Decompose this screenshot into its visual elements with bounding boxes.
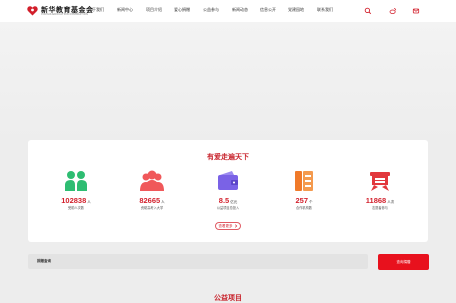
book-icon bbox=[295, 171, 313, 191]
stat-label: 合作机构数 bbox=[296, 206, 312, 210]
brand-subtitle: XINHUA EDUCATION FOUNDATION bbox=[41, 12, 88, 16]
hero-banner bbox=[0, 22, 456, 140]
chevron-right-icon bbox=[234, 224, 237, 228]
people-icon bbox=[65, 171, 87, 191]
stat-label: 公益项目总投入 bbox=[216, 206, 240, 210]
view-more-label: 查看更多 bbox=[218, 223, 233, 228]
top-navigation-bar: 新华教育基金会 XINHUA EDUCATION FOUNDATION 关于我们… bbox=[0, 0, 456, 22]
stat-value: 8.5亿元 bbox=[218, 196, 238, 205]
donation-search-input[interactable]: 捐赠查询 bbox=[28, 254, 368, 269]
nav-item-party-building[interactable]: 党建园地 bbox=[288, 7, 304, 13]
stat-value: 102838人 bbox=[61, 196, 91, 205]
view-more-button[interactable]: 查看更多 bbox=[215, 222, 241, 230]
weibo-icon[interactable] bbox=[389, 7, 397, 15]
search-icon[interactable] bbox=[364, 7, 372, 15]
nav-item-contact[interactable]: 联系我们 bbox=[317, 7, 333, 13]
nav-item-donate[interactable]: 爱心捐赠 bbox=[174, 7, 190, 13]
brand-logo[interactable]: 新华教育基金会 XINHUA EDUCATION FOUNDATION bbox=[27, 4, 94, 18]
heart-logo-icon bbox=[27, 6, 38, 16]
nav-item-news-center[interactable]: 新闻中心 bbox=[117, 7, 133, 13]
donation-search-label: 捐赠查询 bbox=[37, 259, 51, 263]
wechat-icon[interactable] bbox=[412, 7, 420, 15]
brand-title: 新华教育基金会 bbox=[41, 4, 94, 14]
nav-item-about[interactable]: 关于我们 bbox=[88, 7, 104, 13]
stats-title: 有爱走遍天下 bbox=[207, 154, 249, 161]
stat-value: 11868人次 bbox=[365, 196, 395, 205]
stat-label: 志愿者参与 bbox=[372, 206, 388, 210]
next-section-title: 公益项目 bbox=[214, 295, 242, 302]
stat-label: 资助高考入大学 bbox=[140, 206, 164, 210]
group-icon bbox=[140, 170, 164, 191]
nav-item-projects[interactable]: 项目介绍 bbox=[146, 7, 162, 13]
bookmark-icon bbox=[370, 172, 390, 191]
wallet-icon bbox=[218, 171, 238, 190]
nav-item-participate[interactable]: 公益参与 bbox=[203, 7, 219, 13]
stat-value: 257个 bbox=[295, 196, 313, 205]
donation-search-button[interactable]: 查询捐赠 bbox=[378, 254, 429, 270]
stat-label: 受助人次数 bbox=[68, 206, 84, 210]
stat-value: 82665人 bbox=[139, 196, 165, 205]
nav-item-disclosure[interactable]: 信息公开 bbox=[260, 7, 276, 13]
nav-item-news-updates[interactable]: 新闻动态 bbox=[232, 7, 248, 13]
